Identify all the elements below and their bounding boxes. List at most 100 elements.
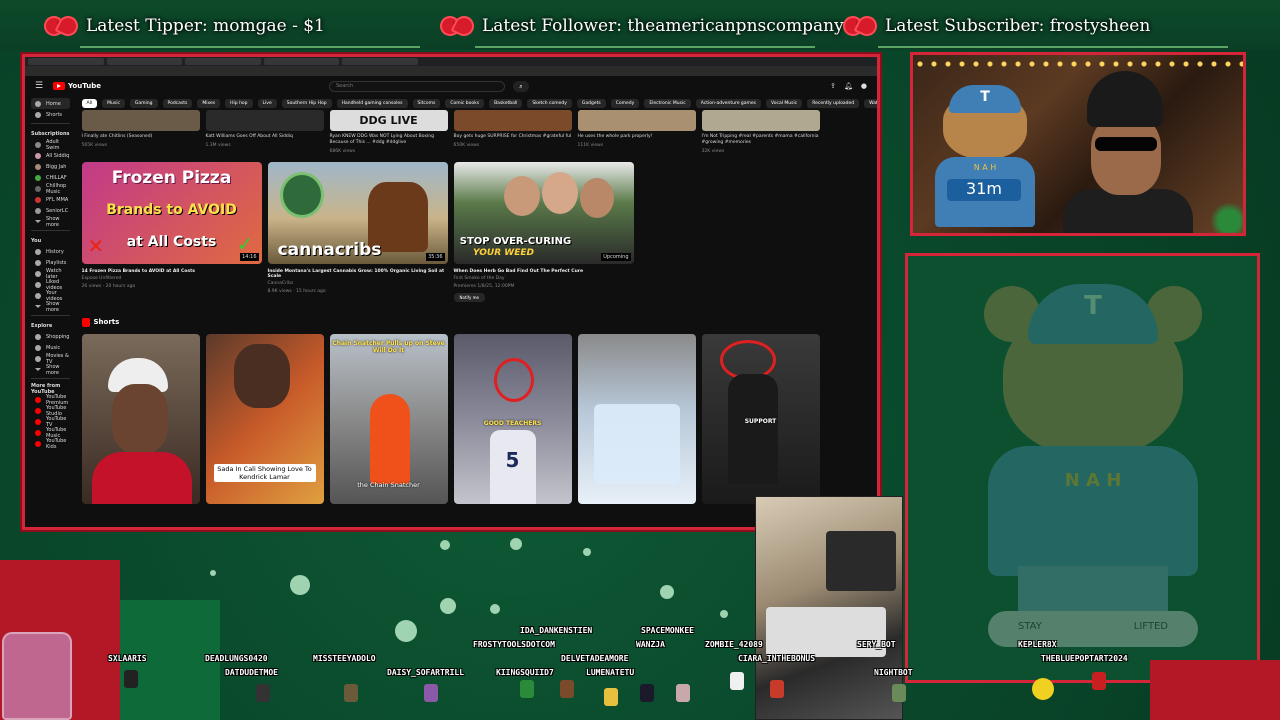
chip[interactable]: Hip hop xyxy=(225,98,253,108)
chip[interactable]: Sketch comedy xyxy=(527,98,572,108)
channel-name[interactable]: First Smoke of the Day xyxy=(454,276,634,282)
sidebar-item-movies[interactable]: Movies & TV xyxy=(31,353,70,365)
browser-tab-bar[interactable] xyxy=(25,57,877,66)
video-card[interactable]: He uses the whole park properly! 111K vi… xyxy=(577,110,696,154)
browser-tab[interactable] xyxy=(342,58,418,65)
video-title[interactable]: Boy gets huge SURPRISE for Christmas #gr… xyxy=(454,134,572,140)
chip[interactable]: Music xyxy=(102,98,125,108)
video-title[interactable]: Katt Williams Goes Off About All Siddiq xyxy=(206,134,324,140)
video-thumbnail[interactable]: Frozen Pizza Brands to AVOID at All Cost… xyxy=(81,162,262,264)
sidebar-item-music[interactable]: Music xyxy=(31,342,70,353)
video-thumbnail[interactable] xyxy=(81,110,200,131)
chip[interactable]: Southern Hip Hop xyxy=(281,98,332,108)
chip[interactable]: Action-adventure games xyxy=(695,98,762,108)
show-more-button[interactable]: Show more xyxy=(31,216,70,228)
sidebar-item-yt-music[interactable]: YouTube Music xyxy=(31,427,70,439)
video-thumbnail[interactable]: STOP OVER-CURING YOUR WEED Upcoming xyxy=(453,162,634,264)
you-title[interactable]: You xyxy=(31,236,70,246)
browser-tab[interactable] xyxy=(28,58,104,65)
video-card[interactable]: Katt Williams Goes Off About All Siddiq … xyxy=(205,110,324,154)
sidebar-item-playlists[interactable]: Playlists xyxy=(31,257,70,268)
channel-name[interactable]: CannaCribs xyxy=(268,281,448,287)
browser-tab[interactable] xyxy=(106,58,183,65)
chip[interactable]: Comedy xyxy=(610,98,640,108)
create-icon[interactable]: ⇪ xyxy=(830,82,836,90)
sidebar-item-your-videos[interactable]: Your videos xyxy=(31,290,70,302)
browser-tab[interactable] xyxy=(263,58,340,65)
video-card[interactable]: I Finally ate Chitlins (Seasoned) 565K v… xyxy=(81,110,200,154)
search-input[interactable]: Search xyxy=(328,80,505,92)
sidebar-item-studio[interactable]: YouTube Studio xyxy=(31,405,70,417)
subscription-item[interactable]: Chillhop Music xyxy=(31,183,70,195)
chip[interactable]: Gadgets xyxy=(576,98,606,108)
subscription-item[interactable]: Bigg Jah xyxy=(31,161,70,172)
bookmarks-bar[interactable] xyxy=(25,66,877,76)
sidebar-item-home[interactable]: Home xyxy=(31,98,70,109)
video-thumbnail[interactable]: DDG LIVE xyxy=(329,110,448,131)
sidebar-item-shopping[interactable]: Shopping xyxy=(31,331,70,342)
video-title[interactable]: I Finally ate Chitlins (Seasoned) xyxy=(82,134,200,140)
short-card[interactable]: Sada In Cali Showing Love To Kendrick La… xyxy=(205,334,324,504)
sidebar-item-tv[interactable]: YouTube TV xyxy=(31,416,70,428)
chip[interactable]: Gaming xyxy=(129,98,158,108)
sidebar-item-watch-later[interactable]: Watch later xyxy=(31,268,70,280)
short-card[interactable]: GOOD TEACHERS 5 xyxy=(453,334,572,504)
channel-name[interactable]: Expose Unfiltered xyxy=(82,276,262,282)
video-card[interactable]: Frozen Pizza Brands to AVOID at All Cost… xyxy=(81,162,262,302)
chip[interactable]: Electronic Music xyxy=(644,98,691,108)
video-thumbnail[interactable]: cannacribs 35:36 xyxy=(267,162,448,264)
sidebar-item-liked[interactable]: Liked videos xyxy=(31,279,70,291)
notify-me-button[interactable]: Notify me xyxy=(453,293,485,302)
sidebar-item-shorts[interactable]: Shorts xyxy=(31,109,70,120)
chip[interactable]: Watched xyxy=(864,98,877,108)
subscription-item[interactable]: CHILLAF xyxy=(31,172,70,183)
show-more-button[interactable]: Show more xyxy=(31,301,70,313)
short-card[interactable] xyxy=(81,334,200,504)
video-title[interactable]: Inside Montana's Largest Cannabis Grow: … xyxy=(268,269,448,279)
avatar[interactable]: ● xyxy=(861,82,867,90)
short-card[interactable] xyxy=(577,334,696,504)
subscriptions-title[interactable]: Subscriptions xyxy=(31,129,70,139)
chip[interactable]: Live xyxy=(257,98,277,108)
chip[interactable]: All xyxy=(81,98,98,108)
search-icon[interactable]: ⌕ xyxy=(512,80,529,92)
video-title[interactable]: When Does Herb Go Bad Find Out The Perfe… xyxy=(454,269,634,274)
video-title[interactable]: 14 Frozen Pizza Brands to AVOID at All C… xyxy=(82,269,262,274)
sidebar-item-premium[interactable]: YouTube Premium xyxy=(31,394,70,406)
video-card[interactable]: Boy gets huge SURPRISE for Christmas #gr… xyxy=(453,110,572,154)
sidebar-item-kids[interactable]: YouTube Kids xyxy=(31,438,70,450)
chatter-avatar xyxy=(892,684,906,702)
chip[interactable]: Podcasts xyxy=(162,98,193,108)
chip[interactable]: Basketball xyxy=(489,98,523,108)
chip[interactable]: Mixes xyxy=(197,98,221,108)
video-thumbnail[interactable] xyxy=(577,110,696,131)
chip[interactable]: Comic books xyxy=(445,98,485,108)
sidebar-item-history[interactable]: History xyxy=(31,246,70,257)
youtube-logo[interactable]: YouTube xyxy=(53,82,101,90)
chip[interactable]: Recently uploaded xyxy=(807,98,860,108)
video-card[interactable]: STOP OVER-CURING YOUR WEED Upcoming When… xyxy=(453,162,634,302)
chip[interactable]: Sitcoms xyxy=(412,98,441,108)
subscription-item[interactable]: All Siddiq xyxy=(31,150,70,161)
short-card[interactable]: SUPPORT xyxy=(701,334,820,504)
video-title[interactable]: Ryan KNEW DDG Was NOT Lying About Boxing… xyxy=(330,134,448,146)
video-title[interactable]: I'm Not Tripping #real #parents #mama #c… xyxy=(702,134,820,146)
video-thumbnail[interactable] xyxy=(453,110,572,131)
video-card[interactable]: DDG LIVE Ryan KNEW DDG Was NOT Lying Abo… xyxy=(329,110,448,154)
video-card[interactable]: cannacribs 35:36 Inside Montana's Larges… xyxy=(267,162,448,302)
menu-icon[interactable]: ☰ xyxy=(35,81,45,91)
video-card[interactable]: I'm Not Tripping #real #parents #mama #c… xyxy=(701,110,820,154)
chip[interactable]: Vocal Music xyxy=(766,98,803,108)
subscription-item[interactable]: SeniorLC xyxy=(31,205,70,216)
show-more-button[interactable]: Show more xyxy=(31,364,70,376)
browser-tab[interactable] xyxy=(185,58,261,65)
youtube-play-icon xyxy=(53,82,65,90)
video-title[interactable]: He uses the whole park properly! xyxy=(578,134,696,140)
video-thumbnail[interactable] xyxy=(701,110,820,131)
video-thumbnail[interactable] xyxy=(205,110,324,131)
subscription-item[interactable]: PFL MMA xyxy=(31,194,70,205)
notifications-icon[interactable]: 🔔︎ xyxy=(844,82,853,90)
subscription-item[interactable]: Adult Swim xyxy=(31,139,70,151)
short-card[interactable]: Chain Snatcher Pulls up on Steve Will Do… xyxy=(329,334,448,504)
chip[interactable]: Handheld gaming consoles xyxy=(336,98,408,108)
